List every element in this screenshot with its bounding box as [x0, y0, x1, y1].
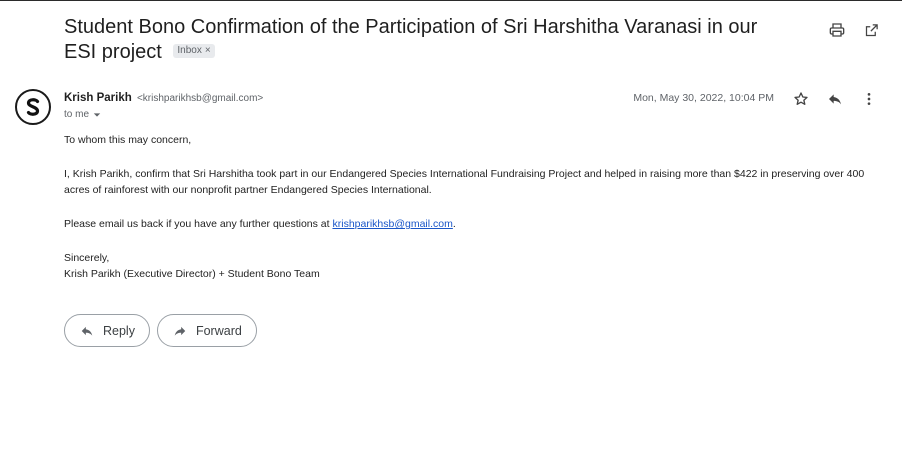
- reply-button-label: Reply: [103, 323, 135, 338]
- star-icon[interactable]: [792, 90, 810, 108]
- email-date: Mon, May 30, 2022, 10:04 PM: [633, 92, 774, 104]
- reply-icon: [81, 326, 93, 336]
- reply-actions: Reply Forward: [64, 314, 257, 347]
- body-signature: Krish Parikh (Executive Director) + Stud…: [64, 268, 320, 280]
- label-chip-text: Inbox: [177, 44, 202, 56]
- recipient-label: to me: [64, 109, 90, 120]
- email-view: Student Bono Confirmation of the Partici…: [0, 0, 902, 465]
- email-subject: Student Bono Confirmation of the Partici…: [64, 15, 784, 65]
- body-paragraph-1: I, Krish Parikh, confirm that Sri Harshi…: [64, 168, 865, 196]
- message-actions: [792, 90, 878, 108]
- forward-button[interactable]: Forward: [156, 314, 257, 347]
- sender-email: <krishparikhsb@gmail.com>: [136, 93, 264, 104]
- sender-avatar[interactable]: [15, 89, 51, 125]
- body-paragraph-2: Please email us back if you have any fur…: [64, 216, 884, 232]
- paragraph-2-suffix: .: [452, 218, 456, 230]
- email-body: To whom this may concern, I, Krish Parik…: [64, 132, 884, 282]
- forward-button-label: Forward: [195, 323, 242, 338]
- subject-actions: [828, 21, 880, 39]
- email-link[interactable]: krishparikhsb@gmail.com: [332, 218, 452, 230]
- recipient-toggle[interactable]: to me: [64, 109, 101, 120]
- body-greeting: To whom this may concern,: [64, 134, 192, 146]
- forward-icon: [174, 326, 186, 336]
- body-closing: Sincerely,: [64, 252, 110, 264]
- more-vert-icon[interactable]: [860, 90, 878, 108]
- inbox-label-chip[interactable]: Inbox ×: [173, 43, 215, 58]
- sender-line: Krish Parikh <krishparikhsb@gmail.com>: [64, 92, 263, 104]
- print-icon[interactable]: [828, 21, 846, 39]
- reply-button[interactable]: Reply: [64, 314, 150, 347]
- caret-down-icon: [93, 112, 101, 117]
- label-chip-close-icon[interactable]: ×: [205, 45, 211, 56]
- subject-text: Student Bono Confirmation of the Partici…: [64, 16, 758, 63]
- open-in-new-icon[interactable]: [862, 21, 880, 39]
- paragraph-2-prefix: Please email us back if you have any fur…: [64, 218, 333, 230]
- reply-icon[interactable]: [826, 90, 844, 108]
- sender-name[interactable]: Krish Parikh: [64, 92, 132, 104]
